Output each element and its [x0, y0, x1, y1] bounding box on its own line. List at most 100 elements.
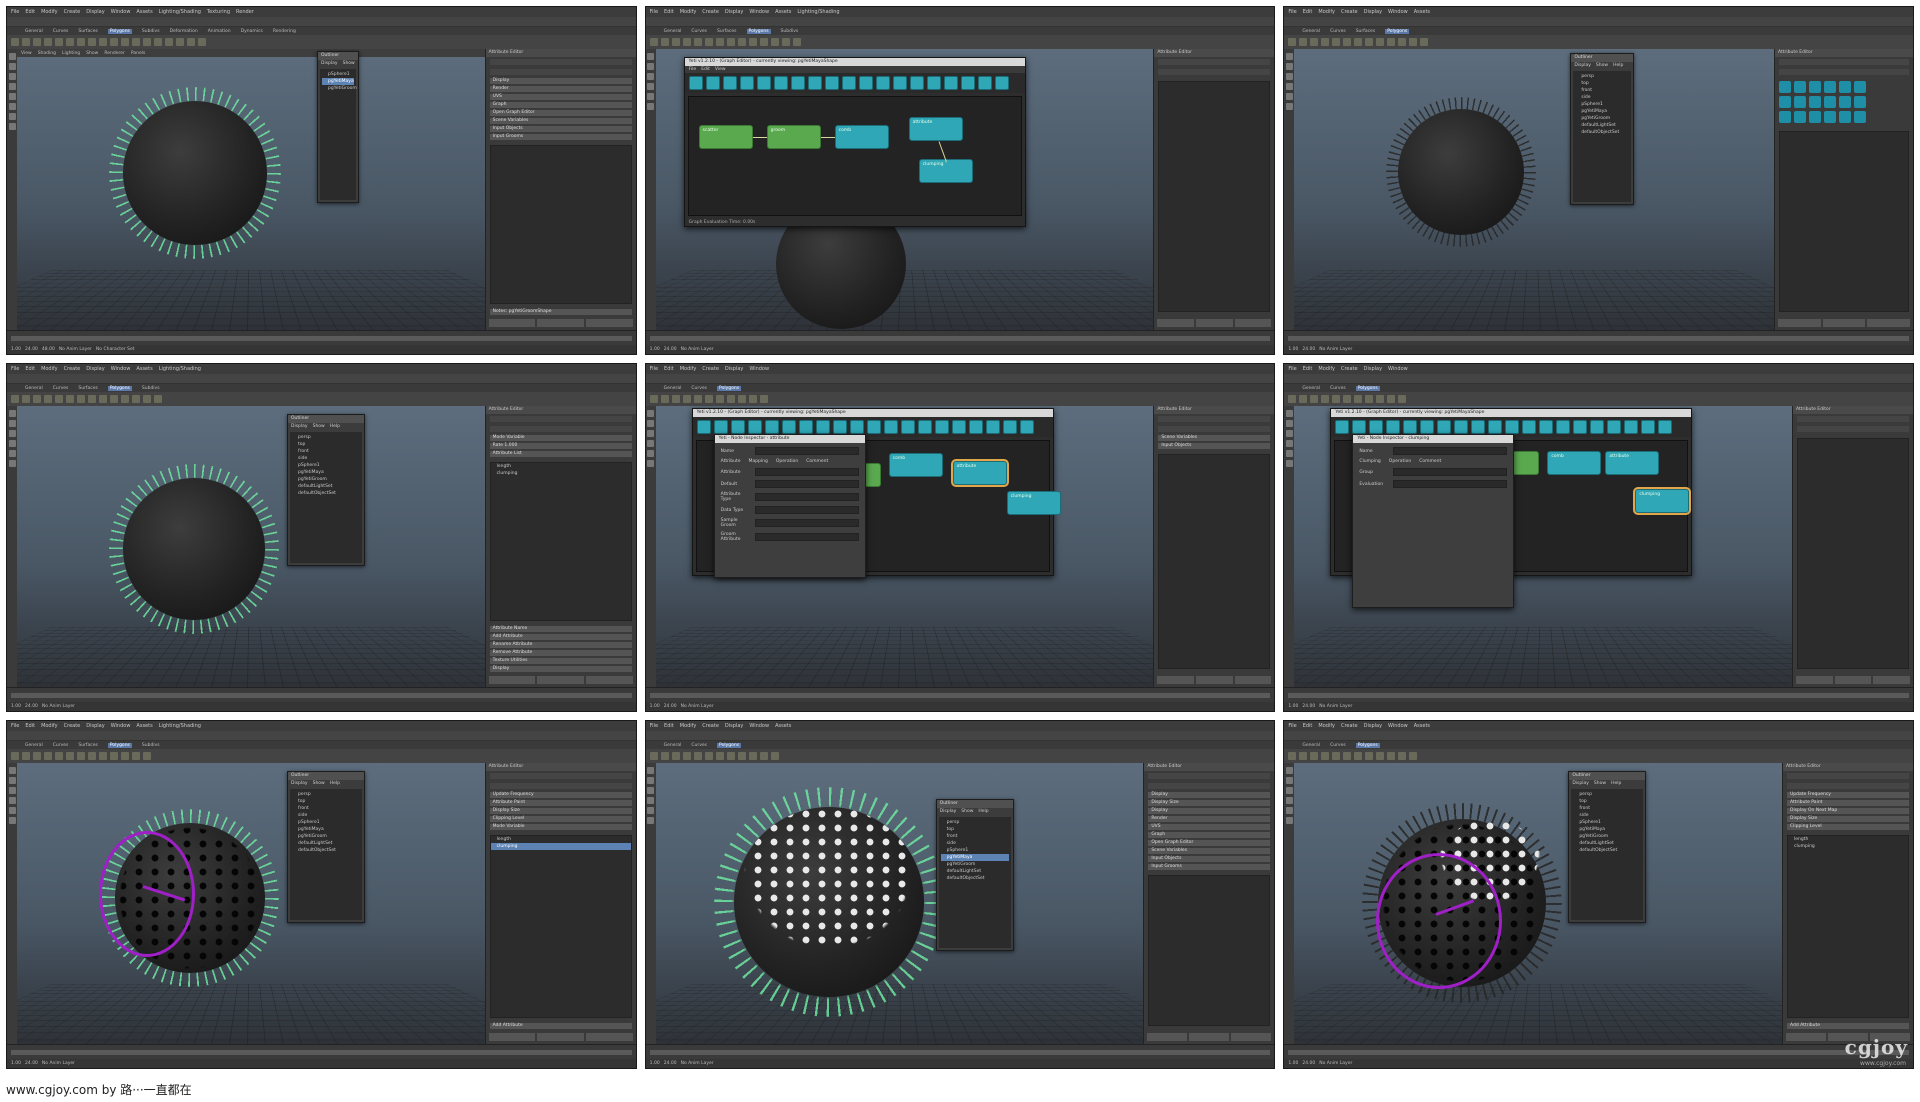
inspector-tabs[interactable]: Clumping Operation Comment	[1359, 459, 1507, 464]
graph-node-groom[interactable]: groom	[766, 125, 821, 149]
list-item[interactable]: side	[292, 812, 360, 819]
list-item[interactable]: length	[491, 463, 631, 470]
viewport[interactable]: Outliner Display Show Help persp top front…	[655, 763, 1144, 1044]
list-item[interactable]: pSphere1	[941, 847, 1009, 854]
graph-toolbar[interactable]	[684, 73, 1025, 93]
list-item[interactable]: pgYetiMaya	[1573, 826, 1641, 833]
list-item[interactable]: defaultLightSet	[1575, 122, 1629, 129]
outliner-list[interactable]: pSphere1 pgYetiMaya pgYetiGroom	[320, 69, 357, 200]
outliner-window[interactable]: Outliner Display Show Help persp top front…	[287, 414, 365, 566]
node-inspector-window[interactable]: Yeti - Node Inspector - attribute Name A…	[713, 434, 866, 578]
shelf-tabs[interactable]: General Curves Surfaces Polygons Subdivs Defo…	[7, 27, 636, 35]
list-item[interactable]: pgYetiMaya	[1575, 108, 1629, 115]
outliner-window[interactable]: Outliner Display Show Help persp top front…	[1568, 771, 1647, 923]
graph-editor-window[interactable]: Yeti v1.2.10 - (Graph Editor) - currentl…	[683, 57, 1026, 227]
viewport[interactable]: Yeti v1.2.10 - (Graph Editor) - currentl…	[655, 406, 1154, 687]
list-item[interactable]: pgYetiGroom	[322, 85, 357, 92]
list-item[interactable]: clumping	[491, 470, 631, 477]
list-item[interactable]: clumping	[1788, 843, 1908, 850]
rotate-manipulator[interactable]	[1376, 853, 1503, 989]
list-item[interactable]: front	[1575, 87, 1629, 94]
list-item[interactable]: top	[1575, 80, 1629, 87]
timeline[interactable]	[7, 330, 636, 345]
outliner-window[interactable]: Outliner Display Show pSphere1 pgYetiMaya…	[317, 51, 359, 203]
attribute-list[interactable]: length clumping	[1787, 835, 1909, 1018]
add-attribute-button[interactable]: Add Attribute	[1787, 1023, 1909, 1029]
graph-node-comb[interactable]: comb	[1547, 451, 1602, 475]
ae-node-field[interactable]	[489, 59, 632, 65]
attribute-editor[interactable]: Attribute Editor Display Render UVS Grap…	[484, 49, 636, 330]
list-item[interactable]: pSphere1	[1575, 101, 1629, 108]
viewport[interactable]: Yeti v1.2.10 - (Graph Editor) - currentl…	[655, 49, 1154, 330]
rotate-manipulator[interactable]	[99, 831, 195, 957]
viewport[interactable]: Outliner Display Show Help persp top front…	[1294, 49, 1774, 330]
list-item[interactable]: length	[491, 836, 631, 843]
viewport[interactable]: Outliner Display Show Help persp top front…	[17, 406, 485, 687]
list-item[interactable]: persp	[941, 819, 1009, 826]
list-item[interactable]: pgYetiMaya	[292, 826, 360, 833]
graph-node-comb[interactable]: comb	[834, 125, 889, 149]
list-item[interactable]: pSphere1	[292, 819, 360, 826]
list-item[interactable]: defaultObjectSet	[1575, 129, 1629, 136]
remove-attribute-button[interactable]: Remove Attribute	[489, 650, 632, 656]
list-item[interactable]: defaultLightSet	[1573, 840, 1641, 847]
list-item[interactable]: persp	[1573, 791, 1641, 798]
graph-node-clumping[interactable]: clumping	[1635, 489, 1690, 513]
list-item[interactable]: pgYetiMaya	[292, 469, 360, 476]
list-item[interactable]: defaultLightSet	[292, 840, 360, 847]
graph-canvas[interactable]: scatter groom comb attribute clumping	[687, 96, 1022, 216]
list-item[interactable]: pgYetiGroom	[941, 861, 1009, 868]
list-item[interactable]: top	[292, 798, 360, 805]
list-item[interactable]: pSphere1	[322, 71, 354, 78]
list-item[interactable]: pSphere1	[1573, 819, 1641, 826]
list-item[interactable]: side	[1573, 812, 1641, 819]
list-item[interactable]: persp	[1575, 73, 1629, 80]
graph-node-scatter[interactable]: scatter	[698, 125, 753, 149]
viewport-menu[interactable]: View Shading Lighting Show Renderer Panels	[17, 49, 485, 57]
attribute-editor[interactable]: Attribute Editor	[1792, 406, 1913, 687]
viewport[interactable]: Outliner Display Show Help persp top front…	[1294, 763, 1782, 1044]
list-item[interactable]: defaultLightSet	[941, 868, 1009, 875]
inspector-tabs[interactable]: Attribute Mapping Operation Comment	[721, 459, 859, 464]
viewport[interactable]: View Shading Lighting Show Renderer Panels Ou…	[17, 49, 485, 330]
graph-node-clumping[interactable]: clumping	[1006, 491, 1061, 515]
list-item[interactable]: side	[941, 840, 1009, 847]
list-item[interactable]: pgYetiGroom	[1573, 833, 1641, 840]
list-item[interactable]: pgYetiGroom	[1575, 115, 1629, 122]
add-attribute-button[interactable]: Add Attribute	[489, 1023, 632, 1029]
viewport[interactable]: Outliner Display Show Help persp top front…	[17, 763, 485, 1044]
shelf-icons[interactable]	[7, 35, 636, 49]
list-item[interactable]: clumping	[490, 843, 631, 850]
main-menubar[interactable]: File Edit Modify Create Display Window Assets L…	[7, 7, 636, 17]
list-item[interactable]: defaultObjectSet	[1573, 847, 1641, 854]
list-item[interactable]: length	[1788, 836, 1908, 843]
name-field[interactable]	[1393, 447, 1508, 455]
list-item[interactable]: defaultLightSet	[292, 483, 360, 490]
list-item[interactable]: defaultObjectSet	[292, 490, 360, 497]
toolbox[interactable]	[7, 49, 17, 330]
open-graph-button[interactable]: Open Graph Editor	[1148, 840, 1271, 846]
attribute-editor[interactable]: Attribute Editor Scene Variables Input O…	[1153, 406, 1275, 687]
attribute-editor[interactable]: Attribute Editor Mode Variable Rate 1.00…	[484, 406, 636, 687]
status-line[interactable]	[7, 17, 636, 27]
yeti-tool-grid[interactable]	[1779, 81, 1909, 123]
list-item[interactable]: defaultObjectSet	[292, 847, 360, 854]
graph-node-comb[interactable]: comb	[888, 453, 943, 477]
list-item[interactable]: persp	[292, 791, 360, 798]
outliner-window[interactable]: Outliner Display Show Help persp top front…	[935, 799, 1014, 951]
graph-node-attribute[interactable]: attribute	[1605, 451, 1660, 475]
graph-node-attribute[interactable]: attribute	[952, 461, 1007, 485]
list-item[interactable]: persp	[292, 434, 360, 441]
graph-node-clumping[interactable]: clumping	[918, 159, 973, 183]
list-item[interactable]: side	[292, 455, 360, 462]
attribute-editor[interactable]: Attribute Editor Update Frequency Attrib…	[484, 763, 636, 1044]
list-item[interactable]: pgYetiMaya	[940, 854, 1009, 861]
open-graph-button[interactable]: Open Graph Editor	[489, 110, 632, 116]
list-item[interactable]: pSphere1	[292, 462, 360, 469]
sphere-mesh[interactable]	[123, 101, 267, 245]
attribute-editor[interactable]: Attribute Editor	[1774, 49, 1913, 330]
list-item[interactable]: front	[1573, 805, 1641, 812]
node-inspector-window[interactable]: Yeti - Node Inspector - clumping Name Cl…	[1352, 434, 1515, 608]
list-item[interactable]: side	[1575, 94, 1629, 101]
list-item[interactable]: pgYetiGroom	[292, 833, 360, 840]
